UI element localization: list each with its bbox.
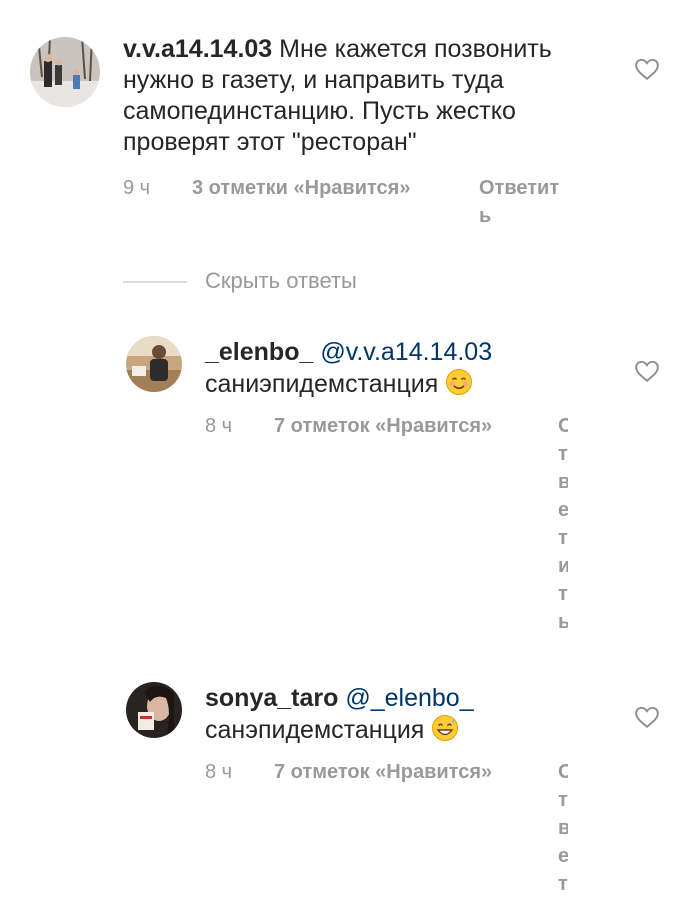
- reply-mention-link[interactable]: @v.v.a14.14.03: [320, 338, 492, 366]
- avatar-elenbo[interactable]: [126, 336, 182, 392]
- comment-time: 9 ч: [123, 177, 151, 199]
- reply-username[interactable]: _elenbo_: [205, 338, 313, 366]
- avatar-photo-icon: [126, 336, 182, 392]
- reply-likes-count[interactable]: 7 отметок «Нравится»: [274, 758, 492, 786]
- avatar-photo-icon: [30, 37, 100, 107]
- grinning-sweat-face-icon: [432, 715, 459, 741]
- reply-username[interactable]: sonya_taro: [205, 684, 338, 712]
- reply-body: sonya_taro @_elenbo_ санэпидемстанция: [205, 683, 605, 746]
- comment-body: v.v.a14.14.03 Мне кажется позвонить нужн…: [123, 34, 613, 158]
- hide-replies-button[interactable]: Скрыть ответы: [205, 268, 357, 294]
- like-heart-icon[interactable]: [634, 57, 660, 81]
- reply-likes-count[interactable]: 7 отметок «Нравится»: [274, 412, 492, 440]
- reply-button[interactable]: Ответить: [558, 412, 568, 636]
- reply-button[interactable]: Ответить: [479, 174, 561, 230]
- reply-text: санэпидемстанция: [205, 716, 425, 744]
- smiling-face-icon: [446, 369, 473, 395]
- comment-username[interactable]: v.v.a14.14.03: [123, 35, 272, 63]
- avatar-photo-icon: [126, 682, 182, 738]
- reply-mention-link[interactable]: @_elenbo_: [345, 684, 473, 712]
- comment-likes-count[interactable]: 3 отметки «Нравится»: [192, 174, 410, 202]
- reply-button[interactable]: Ответ: [558, 758, 568, 898]
- avatar-sonya-taro[interactable]: [126, 682, 182, 738]
- like-heart-icon[interactable]: [634, 705, 660, 729]
- avatar-v-v-a14[interactable]: [30, 37, 100, 107]
- reply-body: _elenbo_ @v.v.a14.14.03 саниэпидемстанци…: [205, 337, 605, 400]
- replies-divider: [123, 281, 187, 283]
- reply-time: 8 ч: [205, 415, 233, 437]
- like-heart-icon[interactable]: [634, 359, 660, 383]
- reply-time: 8 ч: [205, 761, 233, 783]
- reply-text: саниэпидемстанция: [205, 370, 439, 398]
